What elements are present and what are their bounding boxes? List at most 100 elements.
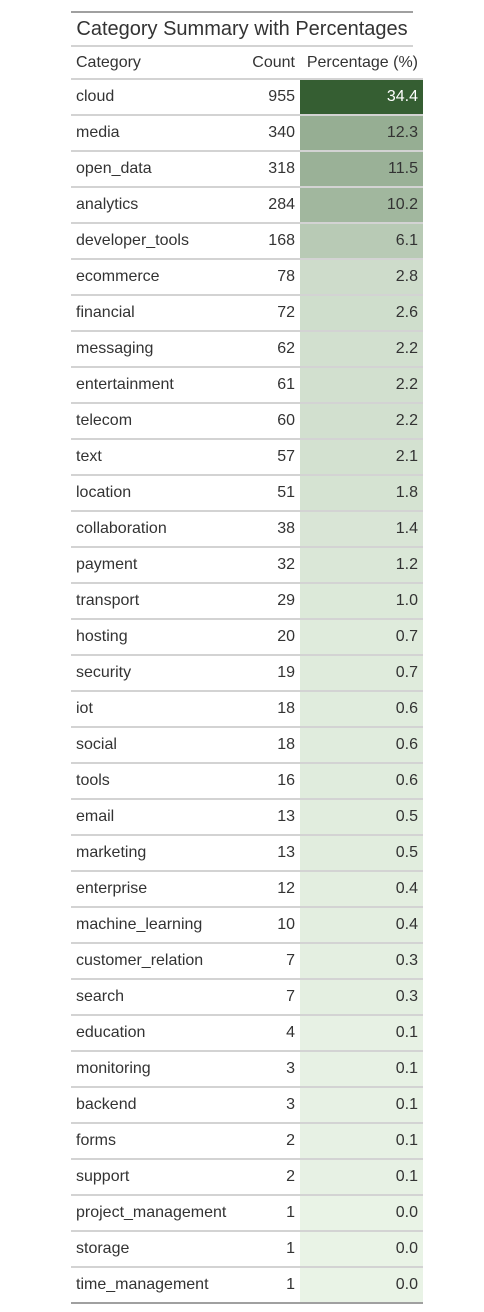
table-row: analytics 284 10.2 <box>71 187 423 224</box>
count-cell: 1 <box>235 1267 300 1304</box>
percentage-cell: 0.1 <box>300 1159 423 1196</box>
table-row: education 4 0.1 <box>71 1015 423 1052</box>
count-cell: 10 <box>235 907 300 944</box>
count-cell: 18 <box>235 691 300 728</box>
header-row: Category Count Percentage (%) <box>71 47 423 80</box>
count-cell: 13 <box>235 799 300 836</box>
count-cell: 168 <box>235 223 300 260</box>
count-cell: 13 <box>235 835 300 872</box>
category-cell: project_management <box>71 1195 235 1232</box>
category-cell: messaging <box>71 331 235 368</box>
category-cell: text <box>71 439 235 476</box>
category-cell: collaboration <box>71 511 235 548</box>
percentage-cell: 0.1 <box>300 1087 423 1124</box>
category-cell: forms <box>71 1123 235 1160</box>
table-row: messaging 62 2.2 <box>71 331 423 368</box>
category-cell: marketing <box>71 835 235 872</box>
table-row: collaboration 38 1.4 <box>71 511 423 548</box>
count-cell: 2 <box>235 1123 300 1160</box>
table-row: social 18 0.6 <box>71 727 423 764</box>
count-cell: 318 <box>235 151 300 188</box>
count-cell: 29 <box>235 583 300 620</box>
percentage-cell: 6.1 <box>300 223 423 260</box>
percentage-cell: 0.1 <box>300 1123 423 1160</box>
category-cell: telecom <box>71 403 235 440</box>
category-cell: storage <box>71 1231 235 1268</box>
table-row: tools 16 0.6 <box>71 763 423 800</box>
percentage-cell: 0.5 <box>300 835 423 872</box>
percentage-cell: 11.5 <box>300 151 423 188</box>
table-row: media 340 12.3 <box>71 115 423 152</box>
table-row: hosting 20 0.7 <box>71 619 423 656</box>
count-cell: 7 <box>235 979 300 1016</box>
table-row: security 19 0.7 <box>71 655 423 692</box>
count-cell: 32 <box>235 547 300 584</box>
summary-table-container: Category Summary with Percentages Catego… <box>71 11 423 1304</box>
category-cell: transport <box>71 583 235 620</box>
category-cell: monitoring <box>71 1051 235 1088</box>
category-cell: financial <box>71 295 235 332</box>
percentage-cell: 2.6 <box>300 295 423 332</box>
table-row: cloud 955 34.4 <box>71 79 423 116</box>
category-cell: payment <box>71 547 235 584</box>
category-cell: search <box>71 979 235 1016</box>
count-cell: 7 <box>235 943 300 980</box>
category-cell: open_data <box>71 151 235 188</box>
table-body: cloud 955 34.4 media 340 12.3 open_data 318 11.5… <box>71 79 423 1304</box>
percentage-cell: 1.4 <box>300 511 423 548</box>
table-row: forms 2 0.1 <box>71 1123 423 1160</box>
table-row: iot 18 0.6 <box>71 691 423 728</box>
percentage-cell: 2.2 <box>300 403 423 440</box>
percentage-cell: 12.3 <box>300 115 423 152</box>
table-row: text 57 2.1 <box>71 439 423 476</box>
percentage-cell: 10.2 <box>300 187 423 224</box>
category-cell: media <box>71 115 235 152</box>
table-row: search 7 0.3 <box>71 979 423 1016</box>
count-cell: 16 <box>235 763 300 800</box>
table-row: marketing 13 0.5 <box>71 835 423 872</box>
percentage-cell: 0.1 <box>300 1051 423 1088</box>
table-row: storage 1 0.0 <box>71 1231 423 1268</box>
category-cell: backend <box>71 1087 235 1124</box>
table-row: support 2 0.1 <box>71 1159 423 1196</box>
count-cell: 340 <box>235 115 300 152</box>
count-cell: 19 <box>235 655 300 692</box>
count-cell: 61 <box>235 367 300 404</box>
table-row: financial 72 2.6 <box>71 295 423 332</box>
percentage-cell: 1.8 <box>300 475 423 512</box>
percentage-cell: 0.3 <box>300 943 423 980</box>
count-cell: 51 <box>235 475 300 512</box>
table-row: ecommerce 78 2.8 <box>71 259 423 296</box>
category-cell: social <box>71 727 235 764</box>
table-row: developer_tools 168 6.1 <box>71 223 423 260</box>
count-cell: 57 <box>235 439 300 476</box>
table-row: enterprise 12 0.4 <box>71 871 423 908</box>
count-cell: 1 <box>235 1195 300 1232</box>
percentage-cell: 1.0 <box>300 583 423 620</box>
count-cell: 3 <box>235 1087 300 1124</box>
category-cell: analytics <box>71 187 235 224</box>
count-cell: 60 <box>235 403 300 440</box>
category-cell: security <box>71 655 235 692</box>
percentage-cell: 0.6 <box>300 691 423 728</box>
count-cell: 12 <box>235 871 300 908</box>
table-row: machine_learning 10 0.4 <box>71 907 423 944</box>
percentage-cell: 0.6 <box>300 727 423 764</box>
summary-table: Category Count Percentage (%) cloud 955 34… <box>71 47 423 1304</box>
percentage-cell: 0.7 <box>300 655 423 692</box>
table-row: time_management 1 0.0 <box>71 1267 423 1304</box>
category-cell: entertainment <box>71 367 235 404</box>
category-cell: education <box>71 1015 235 1052</box>
count-cell: 3 <box>235 1051 300 1088</box>
table-row: entertainment 61 2.2 <box>71 367 423 404</box>
header-count: Count <box>235 47 300 80</box>
category-cell: machine_learning <box>71 907 235 944</box>
table-row: payment 32 1.2 <box>71 547 423 584</box>
percentage-cell: 2.2 <box>300 331 423 368</box>
category-cell: support <box>71 1159 235 1196</box>
category-cell: tools <box>71 763 235 800</box>
count-cell: 1 <box>235 1231 300 1268</box>
count-cell: 4 <box>235 1015 300 1052</box>
count-cell: 955 <box>235 79 300 116</box>
count-cell: 18 <box>235 727 300 764</box>
